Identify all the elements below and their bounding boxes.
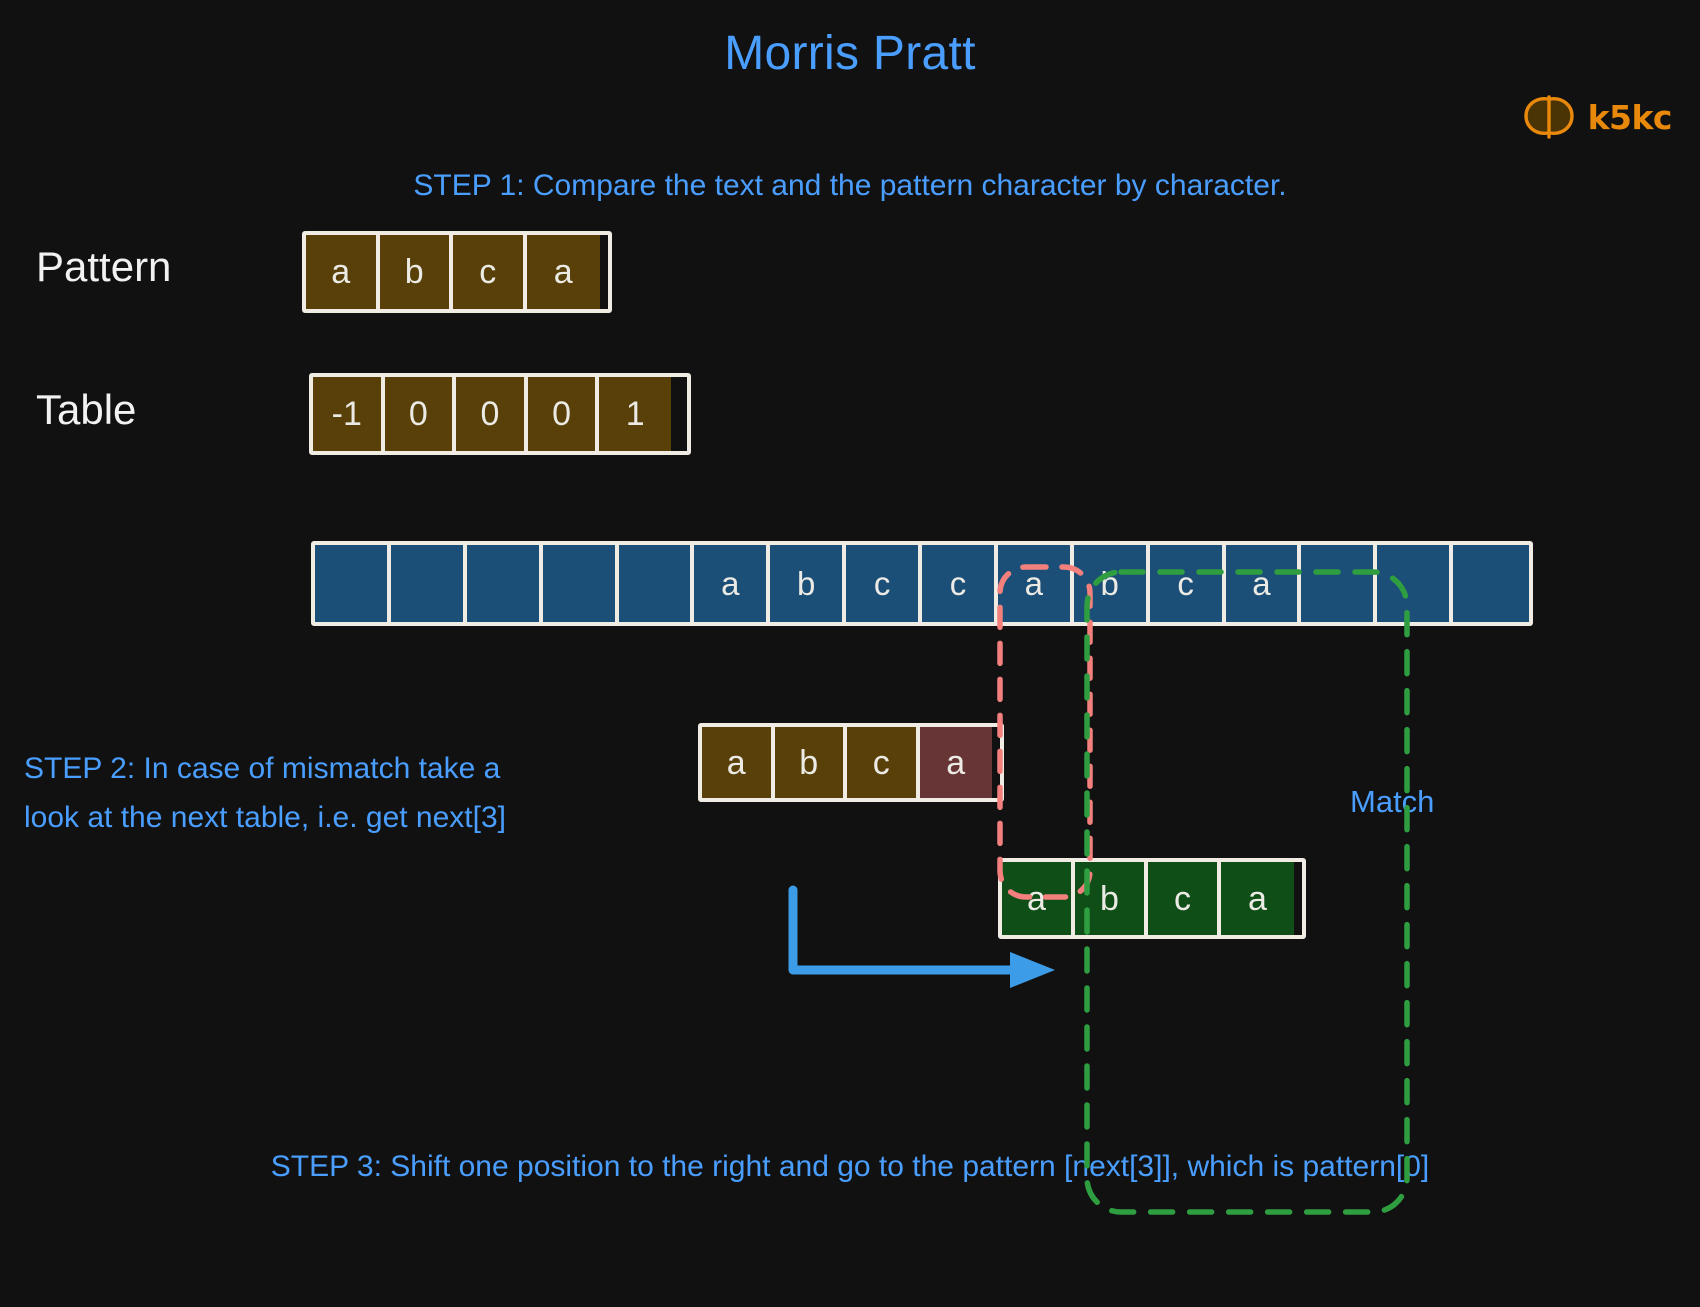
text-row: a b c c a b c a (311, 541, 1533, 626)
table-row-label: Table (36, 386, 137, 433)
text-cell: a (1225, 545, 1302, 622)
text-cell: a (694, 545, 771, 622)
butterfly-icon (1523, 95, 1574, 139)
pattern-match-row: a b c a (998, 858, 1306, 939)
text-cell: c (846, 545, 922, 622)
text-cell (542, 545, 619, 622)
pattern-cell-mismatch: a (919, 727, 992, 798)
pattern-cell: a (306, 235, 380, 309)
pattern-cell: c (847, 727, 920, 798)
step-1-caption: STEP 1: Compare the text and the pattern… (413, 169, 1287, 202)
slide-canvas: Morris Pratt k5kc STEP 1: Compare the te… (0, 0, 1700, 1307)
pattern-row-label: Pattern (36, 243, 172, 290)
step-2-caption: STEP 2: In case of mismatch take a look … (24, 752, 506, 834)
pattern-cell: a (526, 235, 600, 309)
text-cell: c (922, 545, 998, 622)
table-cell: 1 (599, 377, 671, 451)
text-cell (390, 545, 467, 622)
brand-name: k5kc (1587, 97, 1673, 137)
pattern-cell: c (1148, 862, 1221, 935)
text-cell (315, 545, 391, 622)
brand-logo: k5kc (1522, 95, 1673, 139)
table-cell: 0 (527, 377, 600, 451)
next-table-row: -1 0 0 0 1 (309, 373, 691, 455)
pattern-cell: c (453, 235, 527, 309)
text-cell (618, 545, 695, 622)
text-cell (1377, 545, 1454, 622)
shift-arrow-head (1010, 952, 1055, 988)
pattern-row: a b c a (302, 231, 612, 313)
text-cell: b (1073, 545, 1150, 622)
text-cell (1301, 545, 1378, 622)
pattern-cell: b (1075, 862, 1148, 935)
pattern-cell: a (1002, 862, 1075, 935)
text-cell: a (997, 545, 1074, 622)
table-cell: 0 (384, 377, 457, 451)
page-title: Morris Pratt (724, 27, 976, 80)
pattern-cell: a (1221, 862, 1294, 935)
pattern-at-mismatch-row: a b c a (698, 723, 1004, 802)
pattern-cell: a (702, 727, 775, 798)
table-cell: 0 (456, 377, 528, 451)
pattern-cell: b (379, 235, 453, 309)
text-cell (466, 545, 543, 622)
table-cell: -1 (313, 377, 385, 451)
match-label: Match (1350, 784, 1435, 819)
text-cell (1453, 545, 1529, 622)
text-cell: c (1149, 545, 1226, 622)
text-cell: b (770, 545, 847, 622)
pattern-cell: b (774, 727, 847, 798)
step-3-caption: STEP 3: Shift one position to the right … (270, 1150, 1430, 1183)
